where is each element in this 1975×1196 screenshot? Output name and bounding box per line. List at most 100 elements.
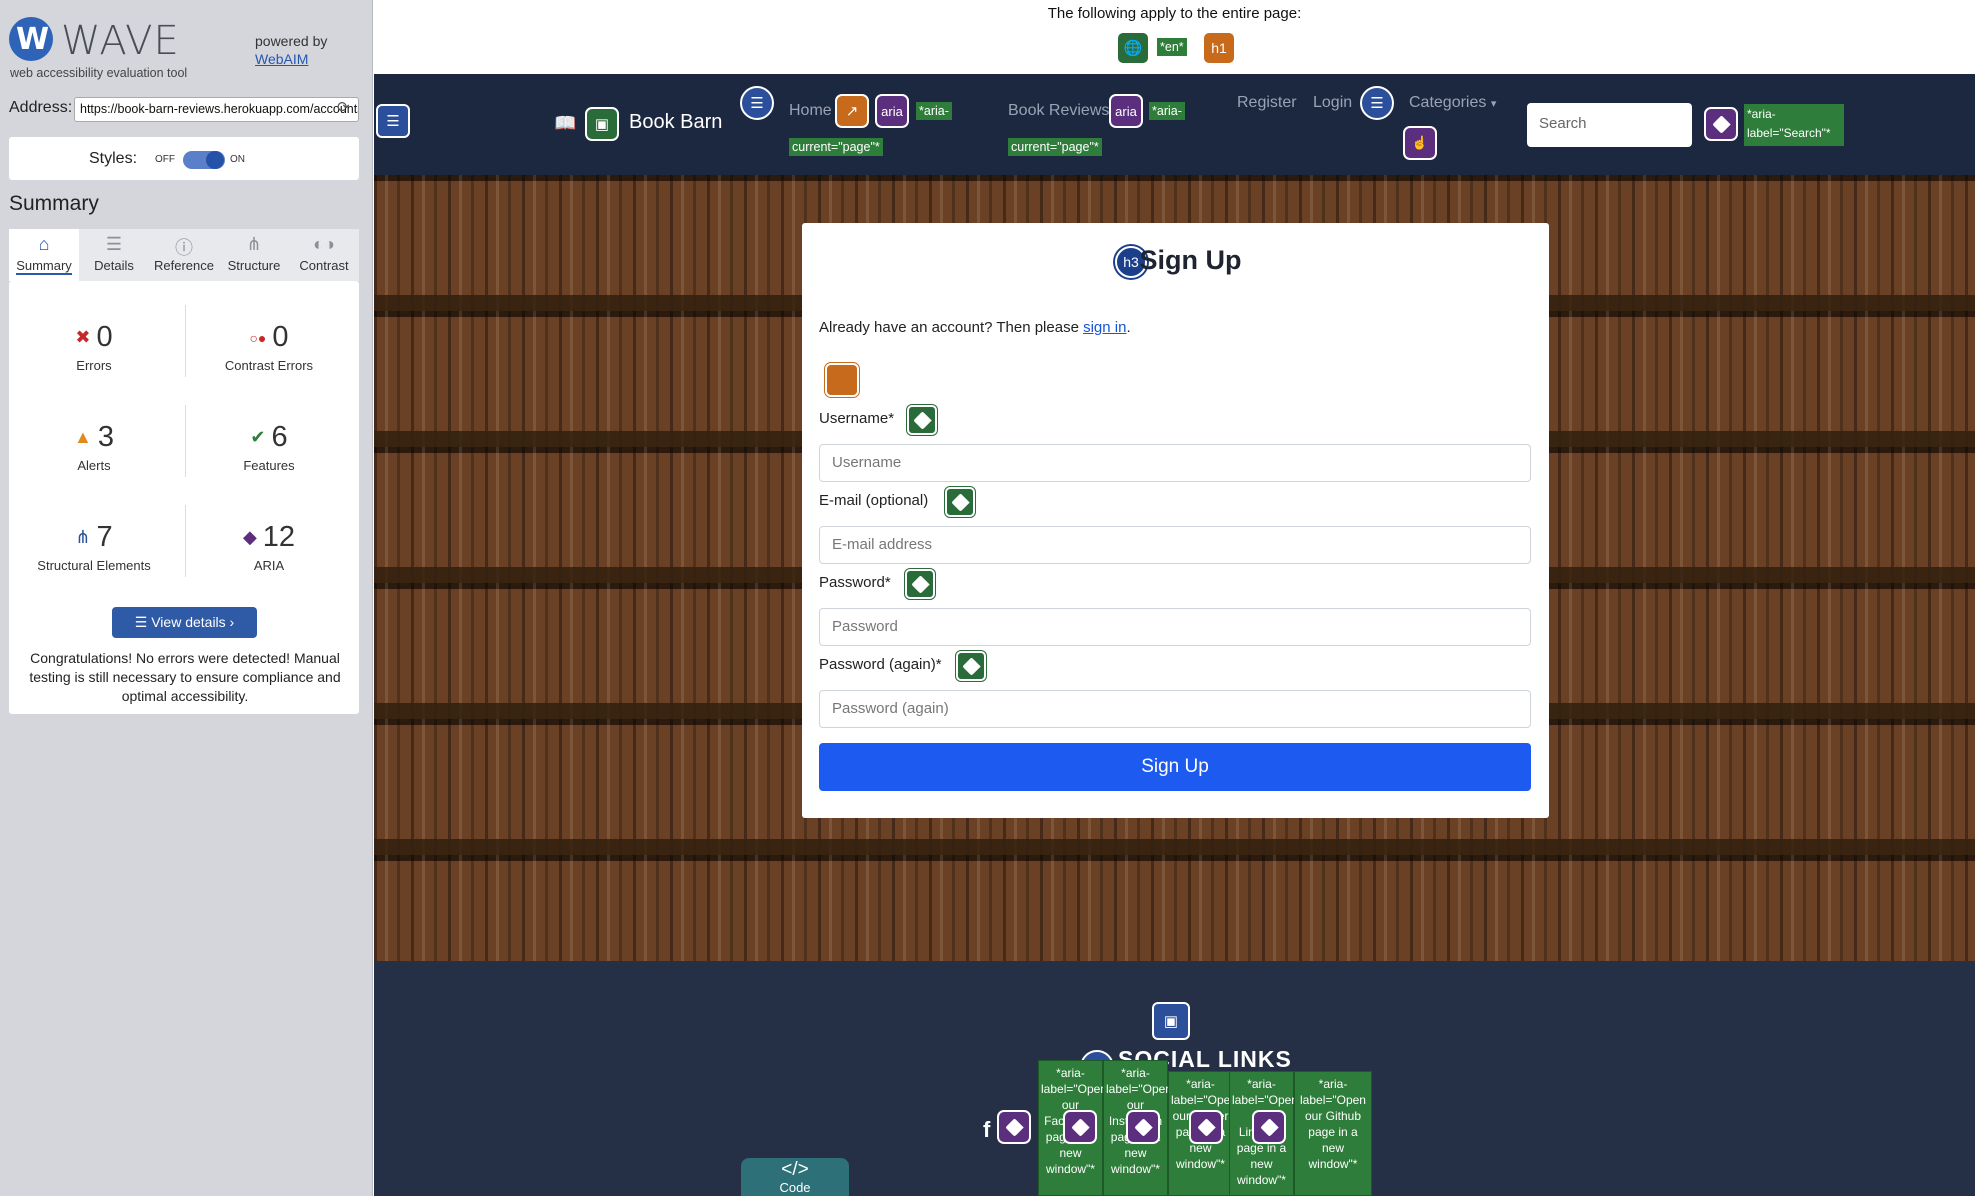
email-label: E-mail (optional) [819,492,929,509]
tab-label: Contrast [299,258,349,273]
aria-count: 12 [262,521,296,553]
address-label: Address: [9,99,73,116]
wave-brand: WAVE [61,18,180,64]
aria-label-tag-icon[interactable] [1704,107,1738,141]
list-icon[interactable]: ☰ [740,86,774,120]
aria-current-label: *aria- [916,102,952,120]
info-icon: ⓘ [175,238,193,258]
label-tag-icon[interactable] [945,487,975,517]
structural-label: Structural Elements [37,558,151,573]
password-again-label: Password (again)* [819,656,942,673]
label-tag-icon[interactable] [956,651,986,681]
tab-label: Details [94,258,134,273]
wave-tagline: web accessibility evaluation tool [10,66,188,80]
username-input[interactable]: Username [819,444,1531,482]
aria-label-search-label: *aria-label="Search"* [1744,104,1844,146]
contrast-errors-count: 0 [272,321,289,353]
aria-label-tag-icon[interactable] [1063,1110,1097,1144]
feature-icon: ✔ [250,427,266,447]
tab-summary[interactable]: ⌂ Summary [9,229,79,281]
signin-link[interactable]: sign in [1083,319,1126,336]
nav-login-link[interactable]: Login [1313,94,1352,112]
nav-register-link[interactable]: Register [1237,94,1297,112]
aria-label-tag-icon[interactable] [1189,1110,1223,1144]
code-panel-tab[interactable]: </> Code [741,1158,849,1196]
contrast-icon: ◐◑ [313,234,335,254]
signup-button[interactable]: Sign Up [819,743,1531,791]
email-input[interactable]: E-mail address [819,526,1531,564]
nav-book-reviews-link[interactable]: Book Reviews [1008,102,1109,120]
redundant-link-alert-icon[interactable]: ↗ [835,94,869,128]
congrats-message: Congratulations! No errors were detected… [29,650,341,704]
page-level-note: The following apply to the entire page: [1047,5,1302,22]
search-input[interactable]: Search [1527,103,1692,147]
wave-tabs: ⌂ Summary ☰ Details ⓘ Reference ⋔ Struct… [9,229,359,281]
aria-label-search-line1: *aria- [1747,107,1776,121]
aria-current-label: *aria- [1149,102,1185,120]
view-details-button[interactable]: ☰ View details › [112,607,257,638]
contrast-errors-label: Contrast Errors [224,358,314,373]
missing-h1-alert-icon[interactable]: h1 [1202,31,1236,65]
tab-contrast[interactable]: ◐◑ Contrast [289,229,359,281]
alerts-count: 3 [97,421,114,453]
aria-badge-icon[interactable]: aria [1109,94,1143,128]
list-icon[interactable]: ☰ [1360,86,1394,120]
brand-link[interactable]: Book Barn [629,111,722,134]
tag-shape [961,656,981,676]
password-input[interactable]: Password [819,608,1531,646]
stat-structural: ⋔ 7 Structural Elements [9,521,179,573]
webaim-link[interactable]: WebAIM [255,51,308,67]
facebook-icon[interactable]: f [983,1117,990,1143]
styles-toggle[interactable] [183,151,225,169]
site-footer: ▣ SOCIAL LINKS h4 f *aria-label="Open ou… [374,961,1975,1196]
reload-icon[interactable]: ⟳ [337,98,350,116]
password-again-input[interactable]: Password (again) [819,690,1531,728]
tab-label: Summary [16,258,72,275]
tag-shape [910,574,930,594]
contrast-error-icon: ○● [249,329,267,346]
aria-label-tag-icon[interactable] [1126,1110,1160,1144]
aria-label-tag: *aria-label="Open our Github page in a n… [1294,1071,1372,1196]
tag-shape [1004,1117,1024,1137]
image-alt-icon[interactable]: ▣ [585,107,619,141]
tag-shape [1070,1117,1090,1137]
aria-button-icon[interactable]: ☝ [1403,126,1437,160]
aria-label: ARIA [253,558,285,573]
site-navbar: ☰ 📖 ▣ Book Barn ☰ Home ↗ aria *aria- cur… [374,74,1975,175]
signin-suffix: . [1126,319,1131,336]
aria-badge-icon[interactable]: aria [875,94,909,128]
features-label: Features [243,458,295,473]
signup-card: h3 Sign Up Already have an account? Then… [802,223,1549,818]
aria-label-tag-icon[interactable] [997,1110,1031,1144]
signin-prefix: Already have an account? Then please [819,319,1079,336]
aria-current-label: current="page"* [789,138,883,156]
tab-details[interactable]: ☰ Details [79,229,149,281]
lang-label: *en* [1157,38,1187,56]
address-input[interactable]: https://book-barn-reviews.herokuapp.com/… [74,97,359,122]
alerts-label: Alerts [77,458,111,473]
errors-count: 0 [96,321,113,353]
styles-label: Styles: [89,150,138,167]
label-tag-icon[interactable] [907,405,937,435]
form-alert-icon[interactable] [825,363,859,397]
alert-icon: ▲ [74,427,92,447]
structural-count: 7 [96,521,113,553]
language-globe-icon[interactable]: 🌐 [1116,31,1150,65]
tag-shape [912,410,932,430]
tab-structure[interactable]: ⋔ Structure [219,229,289,281]
page-preview: The following apply to the entire page: … [374,0,1975,1196]
footer-landmark-icon[interactable]: ▣ [1152,1002,1190,1040]
tab-label: Reference [154,258,214,273]
styles-on-label: ON [230,154,245,165]
aria-current-label: current="page"* [1008,138,1102,156]
tag-shape [950,492,970,512]
nav-home-link[interactable]: Home [789,102,832,120]
view-details-label: View details › [151,614,235,630]
aria-label-tag-icon[interactable] [1252,1110,1286,1144]
features-count: 6 [271,421,288,453]
label-tag-icon[interactable] [905,569,935,599]
powered-by: powered by WebAIM [255,32,327,68]
tab-reference[interactable]: ⓘ Reference [149,229,219,281]
navigation-landmark-icon[interactable]: ☰ [376,104,410,138]
categories-dropdown[interactable]: Categories ▾ [1409,94,1496,112]
